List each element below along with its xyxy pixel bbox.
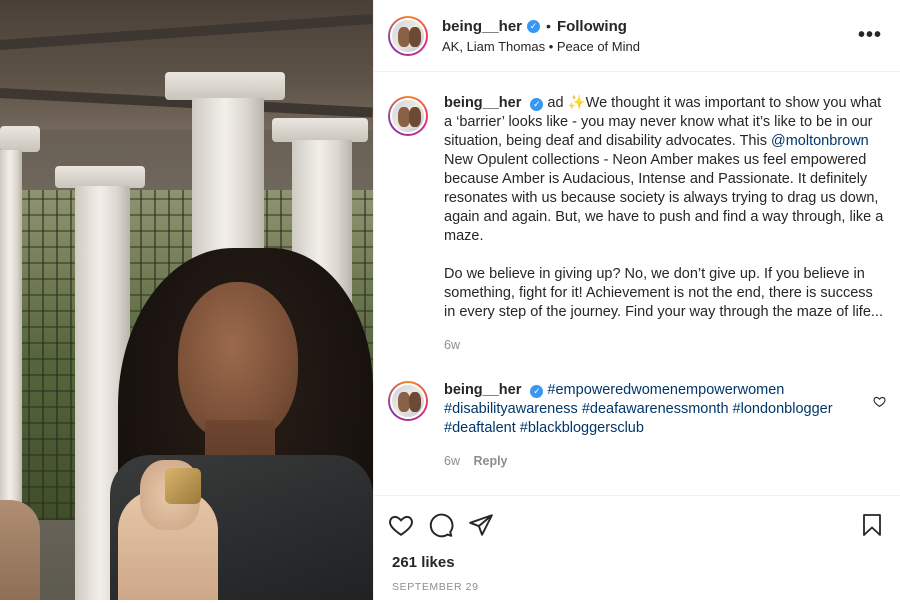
- post-date[interactable]: SEPTEMBER 29: [374, 571, 900, 603]
- bookmark-icon[interactable]: [860, 512, 884, 538]
- ad-label: ad: [547, 95, 564, 111]
- column-capital: [0, 126, 40, 152]
- reply-button[interactable]: Reply: [473, 454, 507, 468]
- comment-icon[interactable]: [428, 512, 454, 538]
- username-link[interactable]: being__her: [444, 95, 521, 111]
- avatar-image: [390, 17, 426, 54]
- username-link[interactable]: being__her: [444, 382, 521, 398]
- avatar[interactable]: [388, 381, 428, 421]
- more-options-icon[interactable]: •••: [854, 24, 886, 47]
- action-bar: [374, 496, 900, 540]
- heart-icon[interactable]: [388, 512, 414, 538]
- mention-link[interactable]: @moltonbrown: [771, 133, 869, 149]
- comments-area[interactable]: being__her ✓ ad ✨We thought it was impor…: [374, 72, 900, 495]
- caption-paragraph-2: Do we believe in giving up? No, we don’t…: [444, 266, 883, 320]
- verified-badge-icon: ✓: [530, 385, 544, 398]
- caption-timestamp[interactable]: 6w: [444, 338, 460, 352]
- comment-timestamp[interactable]: 6w: [444, 454, 460, 468]
- header-text: being__her ✓ • Following AK, Liam Thomas…: [442, 18, 854, 54]
- comment-body: being__her ✓ #empoweredwomenempowerwomen…: [444, 381, 854, 471]
- instagram-post: being__her ✓ • Following AK, Liam Thomas…: [0, 0, 900, 600]
- perfume-bottle: [165, 468, 201, 504]
- partial-figure: [0, 500, 40, 600]
- username-link[interactable]: being__her: [442, 18, 522, 35]
- likes-count[interactable]: 261 likes: [374, 540, 900, 571]
- separator-dot: •: [546, 18, 551, 34]
- like-comment-icon[interactable]: [873, 395, 886, 408]
- post-image[interactable]: [0, 0, 373, 600]
- verified-badge-icon: ✓: [527, 19, 541, 33]
- verified-badge-icon: ✓: [530, 98, 544, 111]
- caption-body: being__her ✓ ad ✨We thought it was impor…: [444, 94, 884, 355]
- share-icon[interactable]: [468, 512, 494, 538]
- post-panel: being__her ✓ • Following AK, Liam Thomas…: [373, 0, 900, 600]
- woman-face: [178, 282, 298, 442]
- post-header: being__her ✓ • Following AK, Liam Thomas…: [374, 0, 900, 72]
- following-button[interactable]: Following: [557, 18, 627, 35]
- column-capital: [165, 72, 285, 100]
- column-capital: [272, 118, 368, 142]
- caption-text: New Opulent collections - Neon Amber mak…: [444, 152, 884, 244]
- post-actions: 261 likes SEPTEMBER 29: [374, 495, 900, 603]
- avatar-image: [390, 98, 426, 134]
- location-audio-link[interactable]: AK, Liam Thomas • Peace of Mind: [442, 39, 854, 54]
- comment-meta: 6w Reply: [444, 452, 854, 471]
- avatar[interactable]: [388, 96, 428, 136]
- comment: being__her ✓ #empoweredwomenempowerwomen…: [374, 355, 900, 471]
- caption-meta: 6w: [444, 336, 884, 355]
- header-line: being__her ✓ • Following: [442, 18, 854, 35]
- caption-paragraph: being__her ✓ ad ✨We thought it was impor…: [444, 94, 884, 246]
- caption: being__her ✓ ad ✨We thought it was impor…: [374, 72, 900, 355]
- column-capital: [55, 166, 145, 188]
- avatar[interactable]: [388, 15, 428, 56]
- avatar-image: [390, 383, 426, 419]
- sparkle-icon: ✨: [567, 95, 586, 111]
